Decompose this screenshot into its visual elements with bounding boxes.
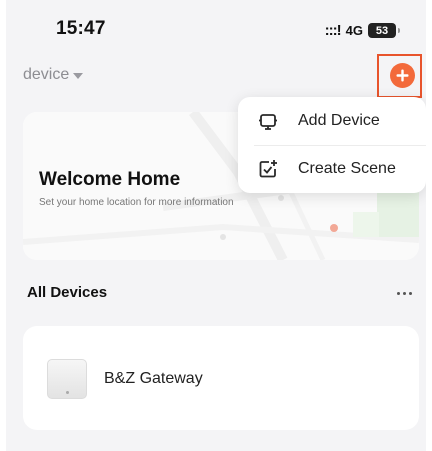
section-title-all-devices: All Devices (27, 284, 108, 301)
home-selector[interactable]: device (23, 66, 84, 84)
battery-level: 53 (375, 24, 389, 37)
menu-item-create-scene[interactable]: Create Scene (238, 145, 426, 193)
dot (408, 291, 412, 295)
dot (402, 291, 406, 295)
add-button[interactable] (390, 63, 415, 88)
device-card[interactable]: B&Z Gateway (23, 326, 419, 430)
caret-down-icon (73, 73, 84, 79)
create-scene-icon (259, 160, 277, 178)
status-bar: 15:47 :::! 4G 53 (6, 0, 426, 54)
add-menu: Add Device Create Scene (238, 97, 426, 193)
network-type: 4G (345, 23, 363, 38)
welcome-subtitle: Set your home location for more informat… (39, 197, 234, 208)
menu-item-add-device[interactable]: Add Device (238, 97, 426, 145)
device-name: B&Z Gateway (104, 370, 203, 387)
gateway-device-icon (47, 359, 87, 399)
more-dots-icon[interactable] (392, 283, 416, 303)
app-screen: 15:47 :::! 4G 53 device Welcome Home Set… (6, 0, 426, 451)
plus-circle-icon (396, 69, 409, 82)
battery-icon: 53 (368, 23, 400, 38)
add-device-icon (259, 114, 277, 130)
menu-label-create-scene: Create Scene (298, 160, 396, 177)
home-name: device (23, 66, 70, 83)
welcome-title: Welcome Home (39, 169, 181, 190)
status-indicators: :::! 4G 53 (324, 22, 400, 39)
signal-icon: :::! (324, 22, 342, 39)
dot (396, 291, 400, 295)
menu-label-add-device: Add Device (298, 112, 380, 129)
status-time: 15:47 (56, 18, 106, 39)
